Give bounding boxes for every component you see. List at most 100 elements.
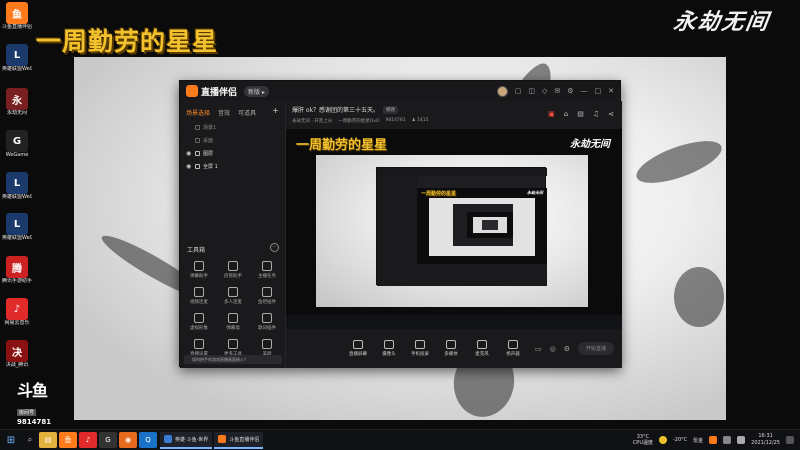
share-icon[interactable]: ⋖: [608, 110, 614, 118]
tab-sound[interactable]: 音效: [218, 108, 230, 117]
scene-item[interactable]: 场景1: [180, 121, 285, 134]
tip-bar[interactable]: 如何把手机游戏直播画面接入？: [184, 355, 282, 364]
tool-avatar[interactable]: 虚拟形象: [182, 313, 216, 331]
close-icon[interactable]: ✕: [608, 87, 614, 95]
network-icon[interactable]: [723, 436, 732, 444]
tool-danmu[interactable]: 弹幕助手: [182, 261, 216, 279]
eye-icon[interactable]: ◉: [186, 163, 192, 170]
desktop-shortcut[interactable]: ♪ 网易云音乐: [2, 298, 32, 327]
desktop-shortcut[interactable]: G WeGame: [2, 130, 32, 159]
user-avatar[interactable]: [496, 85, 508, 97]
tool-label: 弹幕墙: [226, 326, 240, 331]
source-camera-button[interactable]: 摄像头: [375, 340, 403, 357]
source-media-button[interactable]: 多媒体: [437, 340, 465, 357]
tool-danmu-wall[interactable]: 弹幕墙: [216, 313, 250, 331]
firefox-icon[interactable]: ◉: [119, 432, 137, 448]
eye-icon[interactable]: ◎: [550, 345, 556, 353]
source-mic-button[interactable]: 麦克风: [468, 340, 496, 357]
source-screen-button[interactable]: 直播屏幕: [344, 340, 372, 357]
live-preview[interactable]: 一周勤劳的星星 永劫无间 一周勤劳的星星 永劫无间: [286, 129, 622, 329]
search-icon[interactable]: ⌕: [22, 435, 38, 445]
wegame-icon[interactable]: G: [99, 432, 117, 448]
stream-header: 爆肝 ok？感谢团的第三十五天。 修改 永劫无间 · 开黑上分 一周勤劳的星星O…: [286, 101, 622, 129]
tool-lyrics[interactable]: 歌词插件: [250, 313, 284, 331]
toolbox-grid: 弹幕助手房管助手主播任务视频连麦多人连麦鱼吧插件虚拟形象弹幕墙歌词插件直播设置更…: [182, 261, 284, 357]
scene-item[interactable]: 桌面: [180, 134, 285, 147]
cast-icon[interactable]: ▭: [535, 345, 542, 353]
tool-plugin[interactable]: 鱼吧插件: [250, 287, 284, 305]
eye-icon[interactable]: ◉: [186, 150, 192, 157]
source-label: 多媒体: [444, 352, 458, 357]
desktop-shortcut[interactable]: 永永劫无间: [2, 88, 32, 117]
netease-music-icon[interactable]: ♪: [79, 432, 97, 448]
douyu-tray-icon[interactable]: [709, 436, 718, 444]
source-label: 麦克风: [475, 352, 489, 357]
stream-category[interactable]: 永劫无间 · 开黑上分: [292, 118, 332, 124]
record-icon[interactable]: ▤: [577, 110, 584, 118]
source-phone-cast-button[interactable]: 手机投屏: [406, 340, 434, 357]
shirt-icon[interactable]: ◇: [542, 87, 547, 95]
tool-admin[interactable]: 房管助手: [216, 261, 250, 279]
scene-item[interactable]: ◉ 图层: [180, 147, 285, 160]
tool-task[interactable]: 主播任务: [250, 261, 284, 279]
desktop-shortcut[interactable]: 腾腾讯手游助手: [2, 256, 32, 285]
toolbox-more-button[interactable]: ···: [270, 243, 279, 252]
scene-list: 场景1 桌面 ◉ 图层 ◉ 全屏 1: [180, 121, 285, 173]
douyu-live-companion-window[interactable]: 直播伴侣 新版 ▸ ▢ ◫ ◇ ✉ ⚙ — □ ✕ 场景选择 音效 可道具 + …: [179, 80, 622, 368]
tencent-icon[interactable]: Q: [139, 432, 157, 448]
desktop-shortcut[interactable]: L英雄联盟WeGame版: [2, 44, 32, 73]
toolbox-title: 工具箱: [187, 247, 206, 254]
desktop-shortcut[interactable]: 决决战_腾讯: [2, 340, 32, 369]
volume-icon[interactable]: [737, 436, 746, 444]
scene-item[interactable]: ◉ 全屏 1: [180, 160, 285, 173]
app-titlebar[interactable]: 直播伴侣 新版 ▸ ▢ ◫ ◇ ✉ ⚙ — □ ✕: [180, 81, 620, 101]
notification-icon[interactable]: [786, 436, 794, 444]
desktop-shortcut[interactable]: L英雄联盟WeGame版: [2, 172, 32, 201]
lock-icon[interactable]: ⌂: [564, 110, 568, 118]
beauty-icon: [262, 339, 272, 349]
settings-icon[interactable]: ⚙: [567, 87, 573, 95]
file-explorer-icon[interactable]: ▤: [39, 432, 57, 448]
tencent-emulator-icon: 腾: [6, 256, 28, 278]
desktop-shortcut-label: 斗鱼直播伴侣: [2, 24, 32, 30]
tool-label: 鱼吧插件: [258, 300, 276, 305]
minimize-icon[interactable]: —: [581, 87, 588, 95]
desktop-shortcut-label: 英雄联盟WeGame版: [2, 194, 32, 200]
desktop-shortcut[interactable]: 鱼斗鱼直播伴侣: [2, 2, 32, 31]
taskbar-window-button[interactable]: 斗鱼直播伴侣: [214, 431, 264, 449]
mail-icon[interactable]: ✉: [554, 87, 560, 95]
source-speaker-button[interactable]: 扬声器: [499, 340, 527, 357]
clock[interactable]: 16:31 2021/12/25: [751, 433, 780, 447]
plugin-icon: [262, 287, 272, 297]
desktop-shortcut[interactable]: L英雄联盟WeGame版: [2, 213, 32, 242]
start-icon[interactable]: ⊞: [0, 435, 22, 446]
box-icon[interactable]: ◫: [528, 87, 535, 95]
tab-props[interactable]: 可道具: [238, 108, 256, 117]
go-live-button[interactable]: 开始直播: [577, 342, 614, 355]
version-badge[interactable]: 新版 ▸: [244, 85, 269, 97]
media-icon: [446, 340, 456, 349]
gear-icon[interactable]: ⚙: [564, 345, 570, 353]
douyu-app-icon[interactable]: 鱼: [59, 432, 77, 448]
maximize-icon[interactable]: □: [595, 87, 602, 95]
cpu-temp[interactable]: 33°C CPU温度: [633, 434, 653, 446]
brand: 直播伴侣 新版 ▸: [186, 85, 269, 98]
tab-scenes[interactable]: 场景选择: [186, 108, 210, 117]
edit-title-button[interactable]: 修改: [383, 105, 399, 114]
app-icon: [164, 435, 172, 443]
video-link-icon: [194, 287, 204, 297]
add-scene-button[interactable]: +: [272, 107, 279, 117]
tool-video-link[interactable]: 视频连麦: [182, 287, 216, 305]
room-label: 房间号: [17, 409, 37, 416]
tool-multi-link[interactable]: 多人连麦: [216, 287, 250, 305]
menu-icon[interactable]: ▢: [515, 87, 522, 95]
tool-label: 虚拟形象: [190, 326, 208, 331]
outdoor-text: 氪金: [693, 437, 704, 444]
sun-icon[interactable]: [658, 436, 667, 444]
desktop-icon-column: 鱼斗鱼直播伴侣L英雄联盟WeGame版永永劫无间GWeGameL英雄联盟WeGa…: [0, 0, 34, 420]
scene-label: 全屏 1: [203, 164, 218, 170]
bell-icon[interactable]: ♫: [593, 110, 599, 118]
lol-icon: L: [6, 172, 28, 194]
taskbar-window-button[interactable]: 英雄·斗鱼·世界: [160, 431, 213, 449]
gift-icon[interactable]: ▣: [548, 110, 555, 118]
